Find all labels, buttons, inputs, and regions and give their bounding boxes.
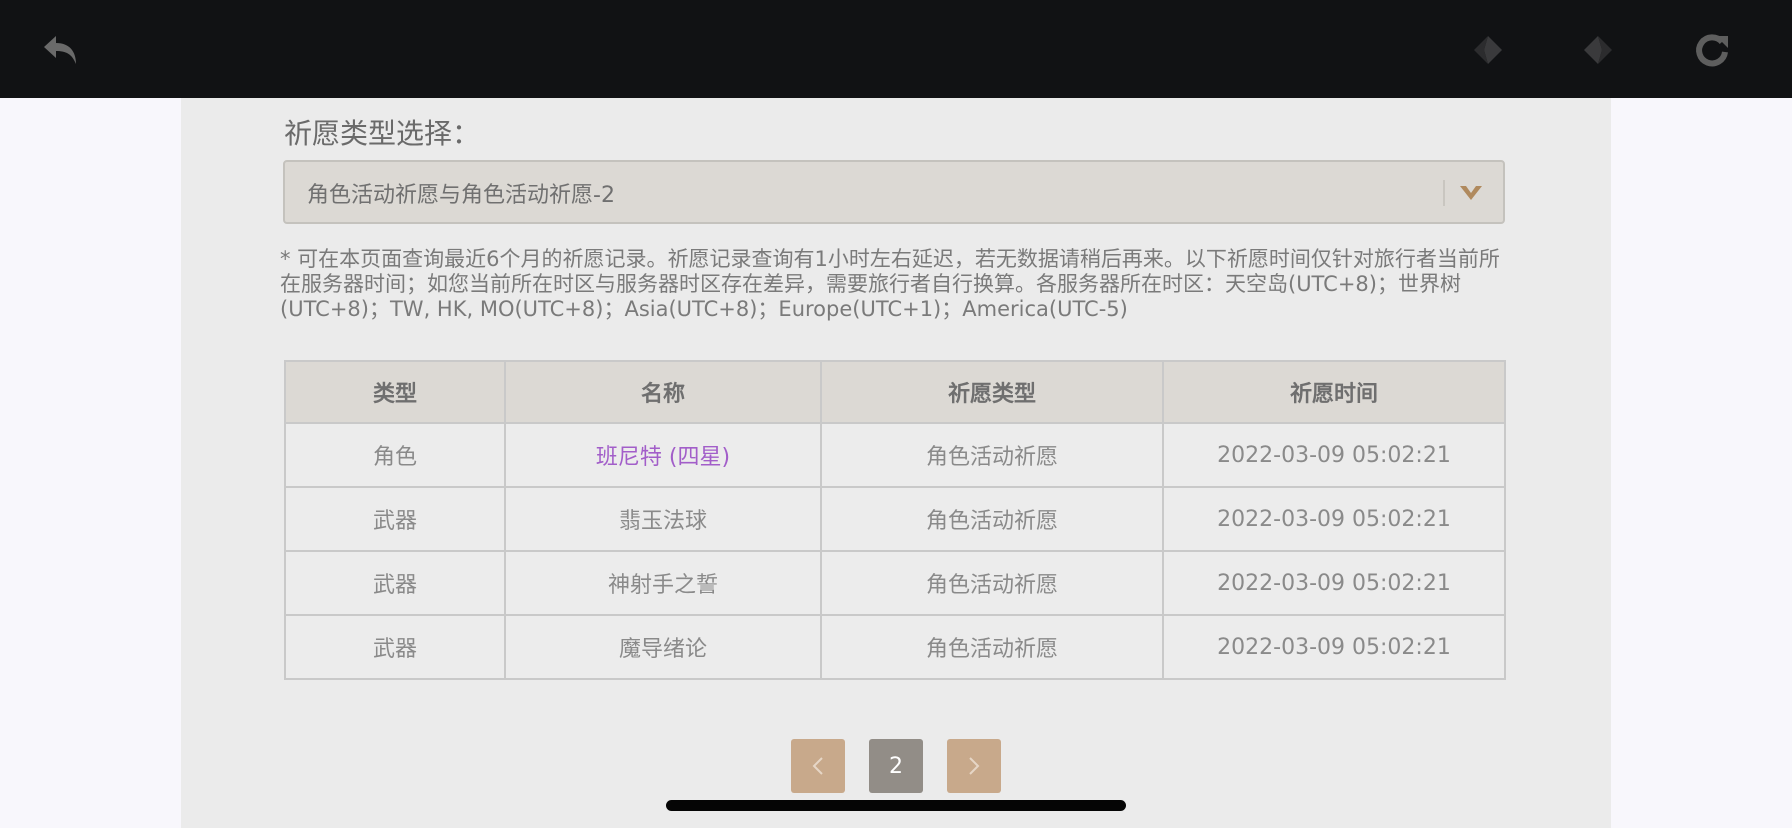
browser-toolbar bbox=[0, 0, 1792, 98]
refresh-button[interactable] bbox=[1684, 22, 1740, 78]
back-button[interactable] bbox=[34, 22, 90, 78]
header-time: 祈愿时间 bbox=[1162, 360, 1506, 424]
next-page-button[interactable] bbox=[1570, 22, 1626, 78]
wish-history-panel: 祈愿类型选择： 角色活动祈愿与角色活动祈愿-2 * 可在本页面查询最近6个月的祈… bbox=[181, 98, 1611, 828]
home-indicator[interactable] bbox=[666, 800, 1126, 811]
wish-type-label: 祈愿类型选择： bbox=[284, 117, 481, 150]
cell-name: 翡玉法球 bbox=[504, 486, 822, 552]
cell-wish-type: 角色活动祈愿 bbox=[820, 614, 1164, 680]
table-row: 武器 魔导绪论 角色活动祈愿 2022-03-09 05:02:21 bbox=[284, 614, 1506, 680]
next-page-icon bbox=[1584, 36, 1612, 64]
next-page-pager-button[interactable] bbox=[947, 739, 1001, 793]
previous-page-button[interactable] bbox=[1460, 22, 1516, 78]
cell-wish-type: 角色活动祈愿 bbox=[820, 550, 1164, 616]
table-row: 武器 神射手之誓 角色活动祈愿 2022-03-09 05:02:21 bbox=[284, 550, 1506, 616]
chevron-left-icon bbox=[812, 757, 823, 775]
previous-page-pager-button[interactable] bbox=[791, 739, 845, 793]
cell-name: 神射手之誓 bbox=[504, 550, 822, 616]
current-page-button[interactable]: 2 bbox=[869, 739, 923, 793]
wish-type-selected-value: 角色活动祈愿与角色活动祈愿-2 bbox=[307, 183, 615, 208]
cell-type: 角色 bbox=[284, 422, 506, 488]
cell-time: 2022-03-09 05:02:21 bbox=[1162, 550, 1506, 616]
cell-name: 魔导绪论 bbox=[504, 614, 822, 680]
cell-type: 武器 bbox=[284, 486, 506, 552]
header-wish-type: 祈愿类型 bbox=[820, 360, 1164, 424]
current-page-number: 2 bbox=[889, 753, 903, 779]
header-name: 名称 bbox=[504, 360, 822, 424]
refresh-icon bbox=[1696, 34, 1728, 67]
cell-time: 2022-03-09 05:02:21 bbox=[1162, 422, 1506, 488]
cell-wish-type: 角色活动祈愿 bbox=[820, 486, 1164, 552]
table-row: 武器 翡玉法球 角色活动祈愿 2022-03-09 05:02:21 bbox=[284, 486, 1506, 552]
cell-name: 班尼特 (四星) bbox=[504, 422, 822, 488]
table-header-row: 类型 名称 祈愿类型 祈愿时间 bbox=[284, 360, 1506, 424]
select-divider bbox=[1443, 180, 1445, 206]
cell-type: 武器 bbox=[284, 614, 506, 680]
previous-page-icon bbox=[1474, 36, 1502, 64]
chevron-right-icon bbox=[969, 757, 980, 775]
wish-type-select[interactable]: 角色活动祈愿与角色活动祈愿-2 bbox=[283, 160, 1505, 224]
cell-time: 2022-03-09 05:02:21 bbox=[1162, 614, 1506, 680]
cell-wish-type: 角色活动祈愿 bbox=[820, 422, 1164, 488]
cell-time: 2022-03-09 05:02:21 bbox=[1162, 486, 1506, 552]
cell-type: 武器 bbox=[284, 550, 506, 616]
header-type: 类型 bbox=[284, 360, 506, 424]
table-row: 角色 班尼特 (四星) 角色活动祈愿 2022-03-09 05:02:21 bbox=[284, 422, 1506, 488]
undo-arrow-icon bbox=[44, 36, 76, 64]
notice-text: * 可在本页面查询最近6个月的祈愿记录。祈愿记录查询有1小时左右延迟，若无数据请… bbox=[280, 247, 1500, 321]
chevron-down-icon[interactable] bbox=[1458, 182, 1484, 204]
wish-records-table: 类型 名称 祈愿类型 祈愿时间 角色 班尼特 (四星) 角色活动祈愿 2022-… bbox=[284, 360, 1506, 680]
